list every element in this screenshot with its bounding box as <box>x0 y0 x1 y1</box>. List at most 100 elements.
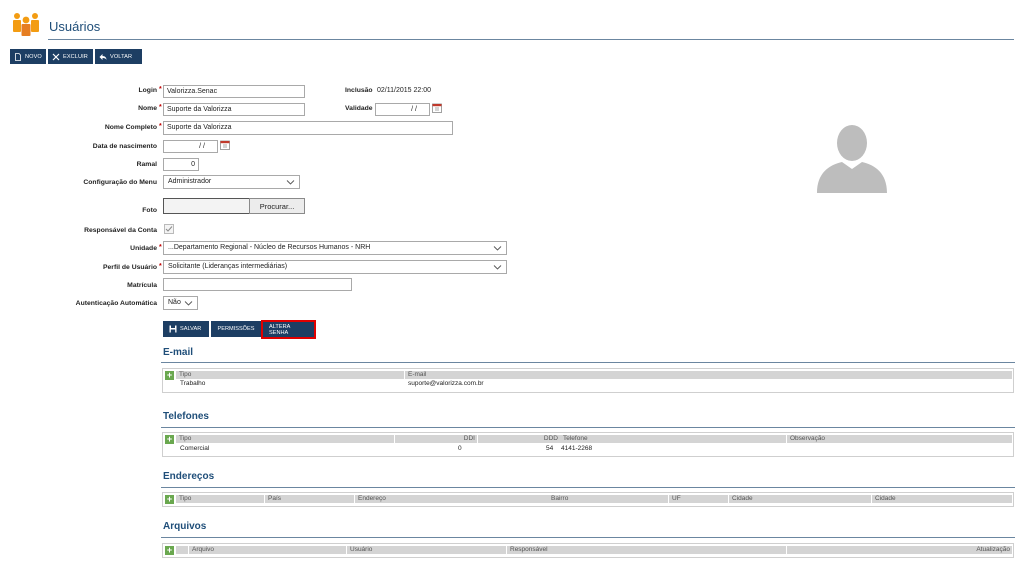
back-button[interactable]: VOLTAR <box>95 49 142 64</box>
email-section-title: E-mail <box>163 347 194 358</box>
nome-completo-label: Nome Completo <box>104 124 157 131</box>
header-divider <box>48 39 1014 40</box>
section-divider <box>161 362 1015 363</box>
new-button-label: NOVO <box>25 53 42 60</box>
validade-input[interactable]: / / <box>375 103 430 116</box>
users-icon <box>13 13 39 36</box>
matricula-label: Matrícula <box>127 282 157 289</box>
responsavel-checkbox[interactable] <box>164 224 174 234</box>
page-title: Usuários <box>49 19 101 34</box>
column-header: Cidade <box>875 495 896 502</box>
delete-button-label: EXCLUIR <box>63 53 88 60</box>
add-file-icon[interactable]: + <box>165 546 174 555</box>
unidade-value: ...Departamento Regional - Núcleo de Rec… <box>168 244 371 251</box>
new-button[interactable]: NOVO <box>10 49 46 64</box>
table-header: Arquivo Usuário Responsável Atualização <box>176 546 1012 554</box>
email-row-type: Trabalho <box>180 380 206 387</box>
chevron-down-icon <box>493 265 502 270</box>
section-divider <box>161 427 1015 428</box>
chevron-down-icon <box>184 301 193 306</box>
required-mark: * <box>159 104 162 111</box>
table-header: Tipo País Endereço Bairro UF Cidade Cida… <box>176 495 1012 503</box>
column-header: E-mail <box>408 371 427 378</box>
config-menu-select[interactable]: Administrador <box>163 175 300 189</box>
avatar-placeholder-icon <box>817 125 887 193</box>
column-header: Cidade <box>732 495 753 502</box>
back-button-label: VOLTAR <box>110 53 133 60</box>
phones-section-title: Telefones <box>163 411 209 422</box>
addresses-table: + Tipo País Endereço Bairro UF Cidade Ci… <box>162 492 1014 507</box>
browse-button[interactable]: Procurar... <box>249 198 305 214</box>
autenticacao-select[interactable]: Não <box>163 296 198 310</box>
phone-row-ddd: 54 <box>546 445 554 452</box>
section-divider <box>161 487 1015 488</box>
column-header: Tipo <box>179 495 192 502</box>
phones-table: + Tipo DDI DDD Telefone Observação Comer… <box>162 432 1014 457</box>
files-table: + Arquivo Usuário Responsável Atualizaçã… <box>162 543 1014 558</box>
close-icon <box>52 53 60 60</box>
matricula-input[interactable] <box>163 278 352 291</box>
inclusao-value: 02/11/2015 22:00 <box>377 87 431 94</box>
save-button[interactable]: SALVAR <box>163 321 209 337</box>
column-header: Observação <box>790 435 826 442</box>
ramal-input[interactable]: 0 <box>163 158 199 171</box>
add-email-icon[interactable]: + <box>165 371 174 380</box>
floppy-disk-icon <box>169 325 177 333</box>
config-menu-value: Administrador <box>168 178 212 185</box>
column-header: Tipo <box>179 371 192 378</box>
addresses-section-title: Endereços <box>163 471 215 482</box>
perfil-label: Perfil de Usuário <box>102 264 157 271</box>
column-header: Endereço <box>358 495 386 502</box>
add-address-icon[interactable]: + <box>165 495 174 504</box>
nome-input[interactable]: Suporte da Valorizza <box>163 103 305 116</box>
email-table: + Tipo E-mail Trabalho suporte@valorizza… <box>162 368 1014 393</box>
save-button-label: SALVAR <box>180 326 202 332</box>
column-header: Bairro <box>551 495 569 502</box>
data-nascimento-input[interactable]: / / <box>163 140 218 153</box>
unidade-select[interactable]: ...Departamento Regional - Núcleo de Rec… <box>163 241 507 255</box>
required-mark: * <box>159 244 162 251</box>
permissions-button-label: PERMISSÕES <box>217 326 255 332</box>
email-row-address: suporte@valorizza.com.br <box>408 380 484 387</box>
chevron-down-icon <box>493 246 502 251</box>
new-document-icon <box>15 52 21 61</box>
column-header: Tipo <box>179 435 192 442</box>
phone-row-ddi: 0 <box>458 445 462 452</box>
perfil-select[interactable]: Solicitante (Lideranças intermediárias) <box>163 260 507 274</box>
column-header: Telefone <box>563 435 588 442</box>
table-header: Tipo E-mail <box>176 371 1012 379</box>
column-header: Atualização <box>976 546 1010 553</box>
unidade-label: Unidade <box>130 245 157 252</box>
phone-row-type: Comercial <box>180 445 210 452</box>
add-phone-icon[interactable]: + <box>165 435 174 444</box>
column-header: Responsável <box>510 546 548 553</box>
column-header: UF <box>672 495 681 502</box>
column-header: Usuário <box>350 546 373 553</box>
foto-file-path[interactable] <box>163 198 249 214</box>
calendar-icon[interactable] <box>220 140 230 150</box>
config-menu-label: Configuração do Menu <box>83 179 157 186</box>
required-mark: * <box>159 263 162 270</box>
required-mark: * <box>159 86 162 93</box>
column-header: País <box>268 495 282 502</box>
login-label: Login <box>138 87 158 94</box>
permissions-button[interactable]: PERMISSÕES <box>211 321 261 337</box>
ramal-label: Ramal <box>136 161 157 168</box>
table-header: Tipo DDI DDD Telefone Observação <box>176 435 1012 443</box>
login-input[interactable]: Valorizza.Senac <box>163 85 305 98</box>
column-header: DDI <box>463 435 475 442</box>
column-header: DDD <box>543 435 558 442</box>
required-mark: * <box>159 123 162 130</box>
change-password-button-label: ALTERA SENHA <box>269 323 291 336</box>
delete-button[interactable]: EXCLUIR <box>48 49 93 64</box>
inclusao-label: Inclusão <box>345 87 373 94</box>
perfil-value: Solicitante (Lideranças intermediárias) <box>168 263 288 270</box>
phone-row-number: 4141-2268 <box>561 445 593 452</box>
data-nascimento-label: Data de nascimento <box>92 143 157 150</box>
column-header: Arquivo <box>192 546 215 553</box>
autenticacao-label: Autenticação Automática <box>75 300 157 307</box>
calendar-icon[interactable] <box>432 103 442 113</box>
change-password-button[interactable]: ALTERA SENHA <box>261 320 316 339</box>
validade-label: Validade <box>345 105 373 112</box>
nome-completo-input[interactable]: Suporte da Valorizza <box>163 121 453 135</box>
